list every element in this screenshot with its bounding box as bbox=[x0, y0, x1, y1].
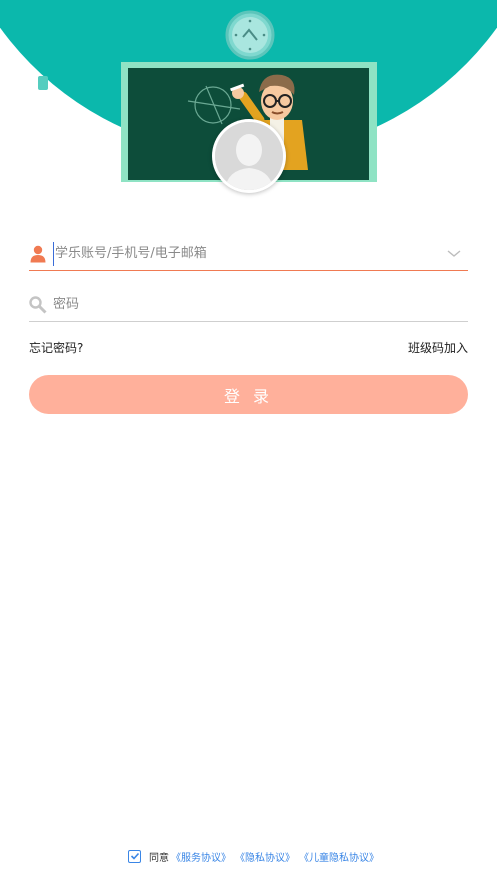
class-code-join-link[interactable]: 班级码加入 bbox=[408, 339, 468, 356]
privacy-agreement-link[interactable]: 《隐私协议》 bbox=[235, 849, 295, 864]
login-button[interactable]: 登 录 bbox=[29, 375, 468, 414]
person-icon bbox=[29, 245, 47, 263]
avatar[interactable] bbox=[212, 119, 286, 193]
agreement-row: 同意 《服务协议》 《隐私协议》 《儿童隐私协议》 bbox=[128, 848, 383, 864]
auxiliary-links: 忘记密码? 班级码加入 bbox=[29, 338, 468, 356]
chevron-down-icon[interactable] bbox=[446, 246, 462, 260]
default-avatar-icon bbox=[215, 122, 283, 190]
child-privacy-agreement-link[interactable]: 《儿童隐私协议》 bbox=[299, 849, 379, 864]
agreement-checkbox[interactable] bbox=[128, 849, 141, 863]
password-input[interactable] bbox=[53, 292, 433, 317]
account-field bbox=[29, 237, 468, 271]
forgot-password-link[interactable]: 忘记密码? bbox=[29, 339, 83, 356]
checkmark-icon bbox=[130, 852, 139, 860]
service-agreement-link[interactable]: 《服务协议》 bbox=[171, 849, 231, 864]
password-field bbox=[29, 288, 468, 322]
account-input[interactable] bbox=[53, 241, 433, 266]
key-icon bbox=[29, 295, 47, 314]
clock-icon bbox=[225, 10, 275, 60]
agreement-prefix: 同意 bbox=[149, 852, 169, 864]
login-screen: 忘记密码? 班级码加入 登 录 同意 《服务协议》 《隐私协议》 《儿童隐私协议… bbox=[0, 0, 497, 885]
